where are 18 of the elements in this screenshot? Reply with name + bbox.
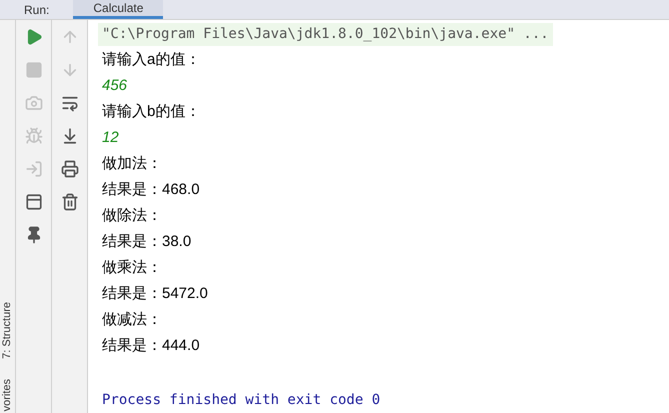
console-output: 结果是：444.0 (101, 336, 200, 356)
console-output: 结果是：468.0 (101, 180, 200, 200)
console-output: 请输入b的值： (101, 102, 200, 122)
side-tab[interactable]: 7: Structure (0, 302, 16, 359)
console-output: 结果是：38.0 (101, 232, 192, 252)
printer-icon[interactable] (58, 158, 80, 180)
typed-value-text: 12 (101, 128, 119, 148)
console-output: 做减法： (101, 310, 162, 330)
console-output: 请输入a的值： (101, 50, 200, 70)
console-output: 做加法： (101, 154, 162, 174)
console-output: 做除法： (101, 206, 162, 226)
tool-window-title: Run: (23, 2, 50, 19)
console-output: 做乘法： (101, 258, 162, 278)
exit-message: Process finished with exit code 0 (101, 391, 380, 410)
typed-value-text: 456 (101, 76, 128, 96)
console-output: 结果是：5472.0 (101, 284, 208, 304)
editor-tab[interactable]: Calculate (73, 0, 164, 19)
side-tab[interactable]: vorites (0, 378, 16, 411)
